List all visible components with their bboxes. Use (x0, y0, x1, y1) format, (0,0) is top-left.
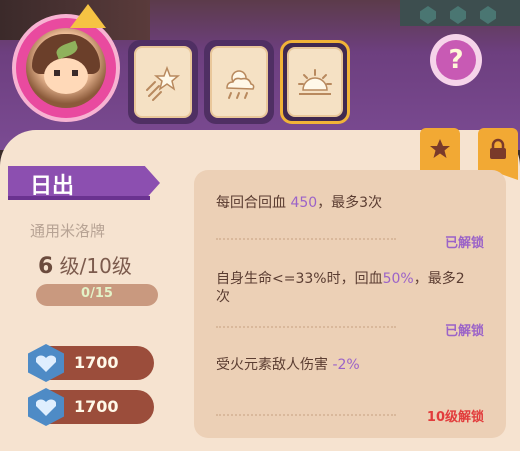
upgrade-cost: 1700 (28, 344, 154, 382)
star-icon (430, 139, 450, 158)
cost-value: 1700 (74, 397, 119, 416)
skill-type-label: 通用米洛牌 (30, 222, 106, 240)
divider (216, 414, 396, 416)
level-progress-bar: 0/15 (36, 284, 158, 306)
effect-status: 已解锁 (444, 236, 484, 251)
background-decoration-right (400, 0, 520, 26)
sunrise-icon (298, 69, 332, 95)
avatar[interactable] (12, 4, 120, 122)
favorite-button[interactable] (420, 128, 460, 172)
divider (216, 326, 396, 328)
cloud-sun-icon (226, 70, 255, 99)
skill-name: 日出 (30, 174, 75, 199)
gem-icon (450, 6, 466, 24)
tab-shooting-star[interactable] (128, 40, 198, 124)
level-current: 6 (38, 254, 54, 279)
question-icon: ? (436, 40, 476, 80)
lock-icon (490, 138, 506, 159)
tab-cloud-sun[interactable] (204, 40, 274, 124)
divider (216, 238, 396, 240)
cost-value: 1700 (74, 353, 119, 372)
upgrade-cost: 1700 (28, 388, 154, 426)
effect-text: 每回合回血 450，最多3次 (216, 195, 383, 211)
effect-text: 受火元素敌人伤害 -2% (216, 357, 360, 373)
tab-sunrise[interactable] (280, 40, 350, 124)
shooting-star-icon (146, 65, 181, 101)
effect-status: 10级解锁 (426, 410, 484, 425)
effect-status: 已解锁 (444, 324, 484, 339)
gem-icon (420, 6, 436, 24)
gem-icon (480, 6, 496, 24)
effect-text: 自身生命<=33%时，回血50%，最多2次 (216, 271, 465, 305)
character-portrait (26, 28, 106, 108)
effects-panel: 每回合回血 450，最多3次 已解锁 自身生命<=33%时，回血50%，最多2次… (194, 170, 506, 438)
lock-button[interactable] (478, 128, 518, 172)
skill-level: 6 级/10级 (38, 250, 132, 279)
help-button[interactable]: ? (430, 34, 482, 86)
level-suffix: 级/10级 (53, 254, 132, 278)
progress-text: 0/15 (81, 286, 113, 301)
